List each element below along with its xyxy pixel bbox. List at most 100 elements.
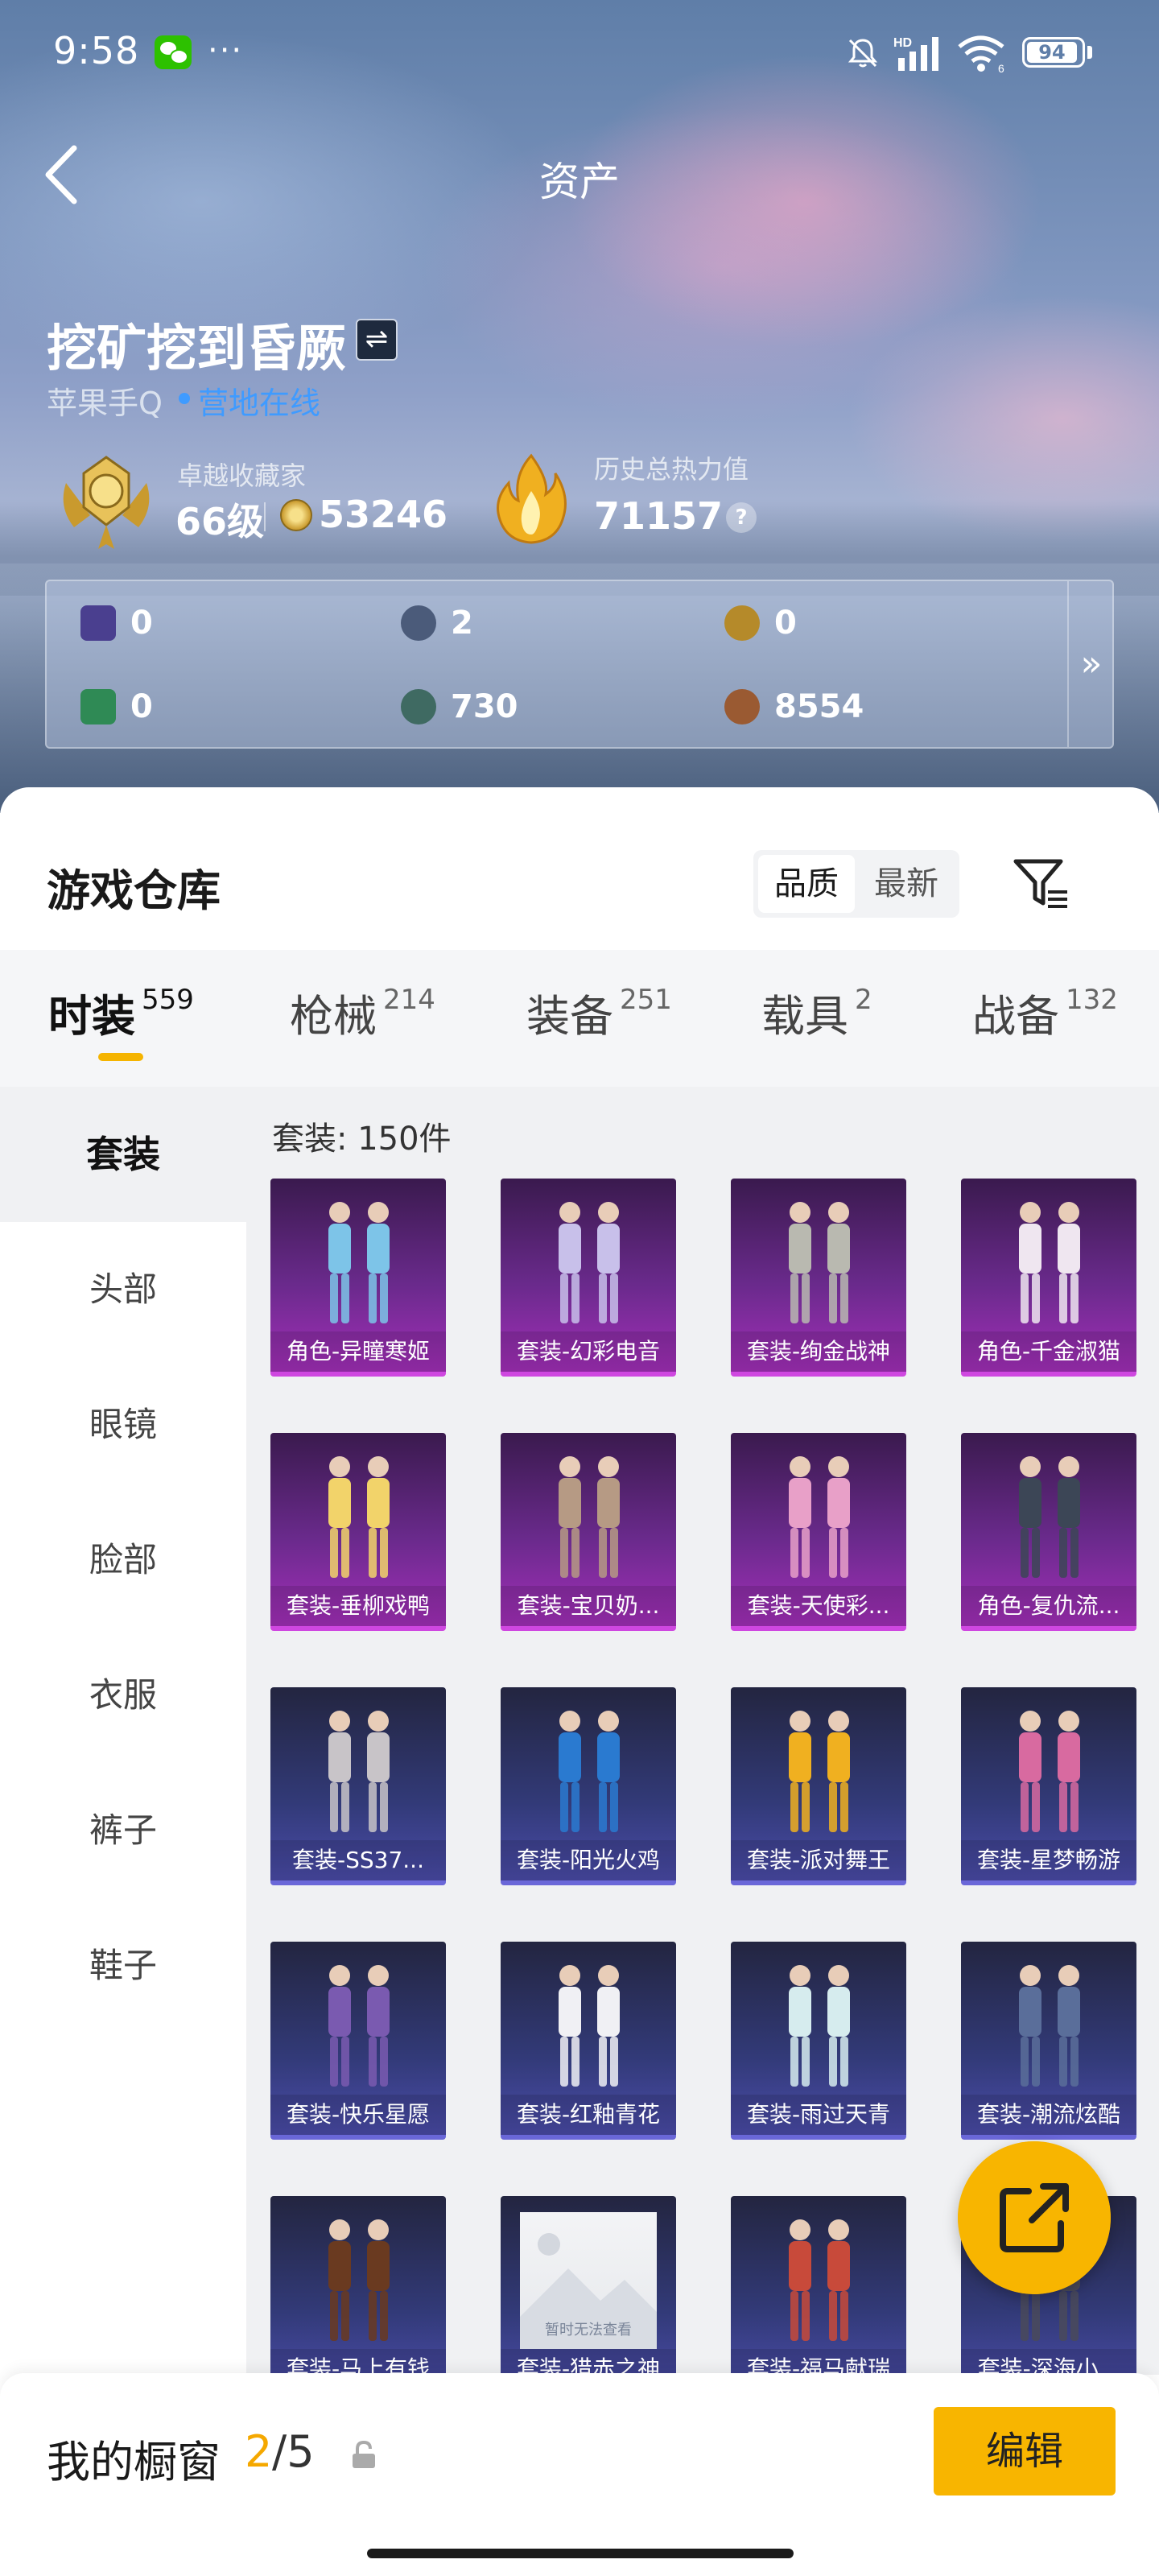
item-card[interactable]: 套装-垂柳戏鸭 <box>270 1433 446 1631</box>
currency-panel: 0 2 0 0 730 8554 » <box>45 580 1114 749</box>
tab-label: 时装 <box>48 991 135 1042</box>
sort-newest-button[interactable]: 最新 <box>858 855 955 913</box>
more-notifications-icon: ··· <box>208 32 244 69</box>
tab-equipment[interactable]: 装备 251 <box>526 980 672 1053</box>
collector-points: 53246 <box>319 493 448 536</box>
tab-label: 枪械 <box>290 991 377 1042</box>
share-fab-button[interactable] <box>958 2141 1111 2294</box>
outfit-figure-icon <box>328 1456 390 1578</box>
item-card[interactable]: 套装-幻彩电音 <box>501 1179 676 1377</box>
item-card[interactable]: 套装-绚金战神 <box>731 1179 906 1377</box>
card-book-icon <box>80 605 116 641</box>
item-card[interactable]: 套装-雨过天青 <box>731 1942 906 2140</box>
outfit-figure-icon <box>789 1456 850 1578</box>
green-ticket-icon <box>80 689 116 724</box>
edit-button[interactable]: 编辑 <box>934 2407 1116 2496</box>
item-card-caption: 套装-宝贝奶... <box>501 1586 676 1626</box>
outfit-figure-icon <box>328 1711 390 1832</box>
item-card-caption: 角色-复仇流... <box>961 1586 1136 1626</box>
sidebar-item-shoes[interactable]: 鞋子 <box>0 1898 246 2033</box>
item-card-caption: 套装-星梦畅游 <box>961 1840 1136 1880</box>
flame-icon <box>497 453 567 544</box>
battery-level: 94 <box>1027 42 1077 63</box>
platform-label: 苹果手Q <box>47 386 163 421</box>
item-card-caption: 套装-绚金战神 <box>731 1331 906 1372</box>
heat-label: 历史总热力值 <box>594 454 749 485</box>
showcase-label: 我的橱窗 <box>47 2437 221 2487</box>
item-card-caption: 套装-快乐星愿 <box>270 2095 446 2135</box>
item-card[interactable]: 套装-马上有钱 <box>270 2196 446 2394</box>
sidebar-item-face[interactable]: 脸部 <box>0 1492 246 1628</box>
item-card[interactable]: 暂时无法查看 套装-猎赤之神 <box>501 2196 676 2394</box>
showcase-total: /5 <box>272 2426 315 2477</box>
tab-label: 战备 <box>972 991 1059 1042</box>
outfit-figure-icon <box>1019 1965 1080 2087</box>
tab-combat-supplies[interactable]: 战备 132 <box>972 980 1118 1053</box>
item-card[interactable]: 套装-潮流炫酷 <box>961 1942 1136 2140</box>
currency-item: 2 <box>401 599 473 647</box>
outfit-figure-icon <box>328 2219 390 2341</box>
item-card[interactable]: 套装-福马献瑞 <box>731 2196 906 2394</box>
item-card[interactable]: 角色-异瞳寒姬 <box>270 1179 446 1377</box>
tab-count: 2 <box>855 984 872 1016</box>
svg-text:6: 6 <box>998 62 1004 74</box>
item-card-caption: 套装-派对舞王 <box>731 1840 906 1880</box>
tab-label: 载具 <box>761 991 848 1042</box>
outfit-figure-icon <box>789 1711 850 1832</box>
currency-value: 0 <box>774 605 797 642</box>
outfit-figure-icon <box>328 1202 390 1323</box>
tab-fashion[interactable]: 时装 559 <box>48 980 194 1053</box>
item-card[interactable]: 套装-宝贝奶... <box>501 1433 676 1631</box>
item-card[interactable]: 套装-天使彩... <box>731 1433 906 1631</box>
status-bar: 9:58 ··· HD 6 94 <box>0 0 1159 105</box>
item-card-caption: 套装-SS37... <box>270 1840 446 1880</box>
item-card[interactable]: 套装-星梦畅游 <box>961 1687 1136 1885</box>
sidebar-item-suits[interactable]: 套装 <box>0 1087 246 1222</box>
help-icon[interactable]: ? <box>726 502 757 533</box>
outfit-figure-icon <box>789 2219 850 2341</box>
online-status-dot <box>179 393 190 404</box>
tab-count: 132 <box>1066 984 1118 1016</box>
outfit-figure-icon <box>328 1965 390 2087</box>
username: 挖矿挖到昏厥 <box>47 319 347 378</box>
heat-value: 71157 <box>594 494 724 538</box>
tab-count: 559 <box>142 984 194 1016</box>
sort-quality-button[interactable]: 品质 <box>758 855 855 913</box>
sidebar-item-head[interactable]: 头部 <box>0 1222 246 1357</box>
mute-bell-icon <box>848 39 878 68</box>
item-card[interactable]: 套装-快乐星愿 <box>270 1942 446 2140</box>
home-indicator <box>367 2549 794 2558</box>
item-card[interactable]: 套装-阳光火鸡 <box>501 1687 676 1885</box>
item-card-caption: 套装-幻彩电音 <box>501 1331 676 1372</box>
currency-more-button[interactable]: » <box>1067 581 1116 750</box>
tab-count: 214 <box>383 984 435 1016</box>
outfit-figure-icon <box>789 1202 850 1323</box>
tab-vehicles[interactable]: 载具 2 <box>761 980 872 1053</box>
outfit-figure-icon <box>559 1711 620 1832</box>
item-card[interactable]: 角色-千金淑猫 <box>961 1179 1136 1377</box>
currency-item: 8554 <box>724 683 864 731</box>
item-card[interactable]: 角色-复仇流... <box>961 1433 1136 1631</box>
item-card-caption: 套装-垂柳戏鸭 <box>270 1586 446 1626</box>
switch-account-button[interactable]: ⇌ <box>356 319 398 361</box>
sidebar-item-clothes[interactable]: 衣服 <box>0 1628 246 1763</box>
showcase-count: 2 <box>245 2426 273 2477</box>
outfit-figure-icon <box>559 1202 620 1323</box>
currency-value: 0 <box>130 688 153 725</box>
svg-text:HD: HD <box>893 36 912 50</box>
collector-level: 66级 <box>175 500 265 543</box>
item-card[interactable]: 套装-红釉青花 <box>501 1942 676 2140</box>
currency-value: 8554 <box>774 688 864 725</box>
item-card-caption: 角色-异瞳寒姬 <box>270 1331 446 1372</box>
item-card[interactable]: 套装-派对舞王 <box>731 1687 906 1885</box>
outfit-figure-icon <box>1019 1456 1080 1578</box>
item-count-label: 套装: 150件 <box>272 1121 452 1158</box>
item-card-caption: 套装-天使彩... <box>731 1586 906 1626</box>
tab-guns[interactable]: 枪械 214 <box>290 980 435 1053</box>
filter-icon[interactable] <box>1011 853 1070 913</box>
sidebar-item-glasses[interactable]: 眼镜 <box>0 1357 246 1492</box>
sidebar-item-pants[interactable]: 裤子 <box>0 1763 246 1898</box>
item-card[interactable]: 套装-SS37... <box>270 1687 446 1885</box>
sort-toggle: 品质 最新 <box>753 850 959 918</box>
subcategory-sidebar: 套装 头部 眼镜 脸部 衣服 裤子 鞋子 <box>0 1087 246 2375</box>
